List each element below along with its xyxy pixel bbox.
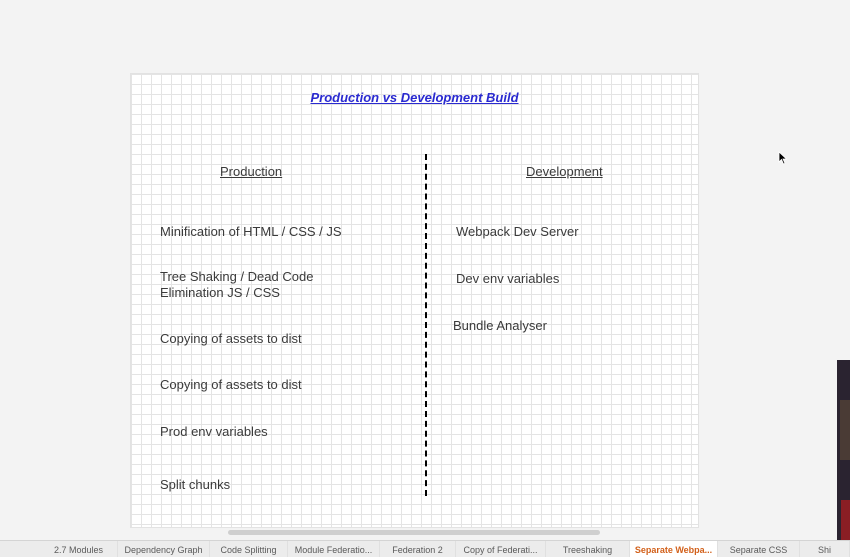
tab-separate-css[interactable]: Separate CSS [718, 541, 800, 557]
webcam-thumbnail-detail [840, 400, 850, 460]
production-item[interactable]: Prod env variables [160, 424, 268, 440]
tab-shi[interactable]: Shi [800, 541, 850, 557]
development-item[interactable]: Webpack Dev Server [456, 224, 579, 240]
drawing-canvas[interactable]: Production vs Development Build Producti… [0, 0, 850, 540]
diagram-page[interactable]: Production vs Development Build Producti… [130, 73, 699, 528]
production-item[interactable]: Split chunks [160, 477, 230, 493]
tab-dependency-graph[interactable]: Dependency Graph [118, 541, 210, 557]
tab-federation-2[interactable]: Federation 2 [380, 541, 456, 557]
tab-treeshaking[interactable]: Treeshaking [546, 541, 630, 557]
production-item[interactable]: Tree Shaking / Dead Code Elimination JS … [160, 269, 313, 301]
production-header[interactable]: Production [220, 164, 282, 179]
production-item[interactable]: Copying of assets to dist [160, 377, 302, 393]
development-item[interactable]: Bundle Analyser [453, 318, 547, 334]
diagram-title[interactable]: Production vs Development Build [131, 90, 698, 105]
mouse-cursor-icon [778, 151, 788, 165]
dashed-divider-line[interactable] [425, 154, 427, 496]
development-header[interactable]: Development [526, 164, 603, 179]
page-tab-bar: 2.7 Modules Dependency Graph Code Splitt… [0, 540, 850, 557]
tab-code-splitting[interactable]: Code Splitting [210, 541, 288, 557]
tab-2-7-modules[interactable]: 2.7 Modules [40, 541, 118, 557]
production-item[interactable]: Copying of assets to dist [160, 331, 302, 347]
production-item[interactable]: Minification of HTML / CSS / JS [160, 224, 342, 240]
tab-module-federation[interactable]: Module Federatio... [288, 541, 380, 557]
development-item[interactable]: Dev env variables [456, 271, 559, 287]
tab-copy-of-federation[interactable]: Copy of Federati... [456, 541, 546, 557]
tab-separate-webpack[interactable]: Separate Webpa... [630, 541, 718, 557]
horizontal-scrollbar[interactable] [228, 530, 600, 535]
webcam-thumbnail-detail [841, 500, 850, 540]
